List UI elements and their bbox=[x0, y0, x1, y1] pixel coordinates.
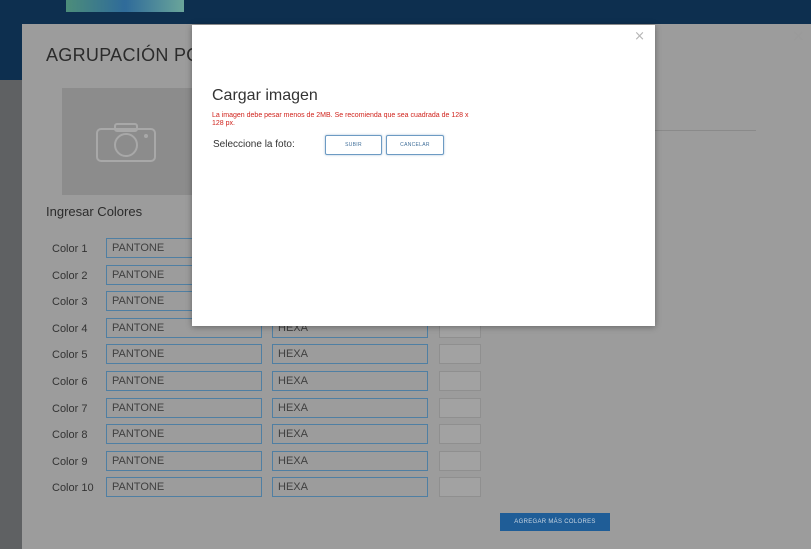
hexa-input[interactable]: HEXA bbox=[272, 477, 428, 498]
close-icon[interactable]: × bbox=[634, 29, 645, 44]
group-modal-title: AGRUPACIÓN PO bbox=[46, 45, 201, 65]
dialog-title: Cargar imagen bbox=[212, 87, 318, 104]
size-warning: La imagen debe pesar menos de 2MB. Se re… bbox=[212, 112, 469, 127]
color-row: Color 8 PANTONE HEXA bbox=[0, 424, 811, 446]
color-label: Color 8 bbox=[52, 429, 88, 442]
color-swatch[interactable] bbox=[439, 450, 481, 471]
hexa-input[interactable]: HEXA bbox=[272, 371, 428, 391]
color-label: Color 3 bbox=[52, 296, 88, 309]
camera-icon bbox=[96, 123, 156, 162]
add-more-colors-button[interactable]: AGREGAR MÁS COLORES bbox=[500, 513, 610, 531]
color-label: Color 6 bbox=[52, 376, 88, 388]
color-row: Color 7 PANTONE HEXA bbox=[0, 397, 811, 420]
pantone-input[interactable]: PANTONE bbox=[106, 450, 262, 471]
color-swatch[interactable] bbox=[439, 424, 481, 445]
pantone-input[interactable]: PANTONE bbox=[106, 397, 262, 418]
pantone-input[interactable]: PANTONE bbox=[106, 344, 262, 365]
color-label: Color 2 bbox=[52, 269, 88, 282]
color-row: Color 9 PANTONE HEXA bbox=[0, 450, 811, 473]
photo-placeholder[interactable] bbox=[62, 88, 192, 195]
color-label: Color 7 bbox=[52, 402, 88, 415]
color-row: Color 5 PANTONE HEXA bbox=[0, 344, 811, 366]
hexa-input[interactable]: HEXA bbox=[272, 344, 428, 365]
upload-image-dialog: × Cargar imagen La imagen debe pesar men… bbox=[192, 25, 655, 326]
header-thumbnail bbox=[66, 0, 184, 12]
color-swatch[interactable] bbox=[439, 477, 481, 498]
colors-section-title: Ingresar Colores bbox=[46, 204, 143, 219]
upload-button[interactable]: SUBIR bbox=[325, 135, 382, 155]
pantone-input[interactable]: PANTONE bbox=[106, 424, 262, 445]
color-row: Color 10 PANTONE HEXA bbox=[0, 477, 811, 499]
hexa-input[interactable]: HEXA bbox=[272, 397, 428, 418]
color-row: Color 6 PANTONE HEXA bbox=[0, 371, 811, 393]
cancel-button[interactable]: CANCELAR bbox=[386, 135, 444, 155]
pantone-input[interactable]: PANTONE bbox=[106, 477, 262, 498]
select-photo-label: Seleccione la foto: bbox=[213, 139, 295, 150]
color-label: Color 10 bbox=[52, 482, 94, 495]
hexa-input[interactable]: HEXA bbox=[272, 424, 428, 445]
close-icon[interactable]: × bbox=[792, 26, 805, 45]
color-swatch[interactable] bbox=[439, 371, 481, 391]
color-label: Color 1 bbox=[52, 243, 88, 255]
hexa-input[interactable]: HEXA bbox=[272, 450, 428, 471]
pantone-input[interactable]: PANTONE bbox=[106, 371, 262, 391]
color-swatch[interactable] bbox=[439, 344, 481, 365]
color-label: Color 9 bbox=[52, 455, 88, 468]
color-label: Color 4 bbox=[52, 322, 88, 335]
color-swatch[interactable] bbox=[439, 397, 481, 418]
color-label: Color 5 bbox=[52, 349, 88, 362]
